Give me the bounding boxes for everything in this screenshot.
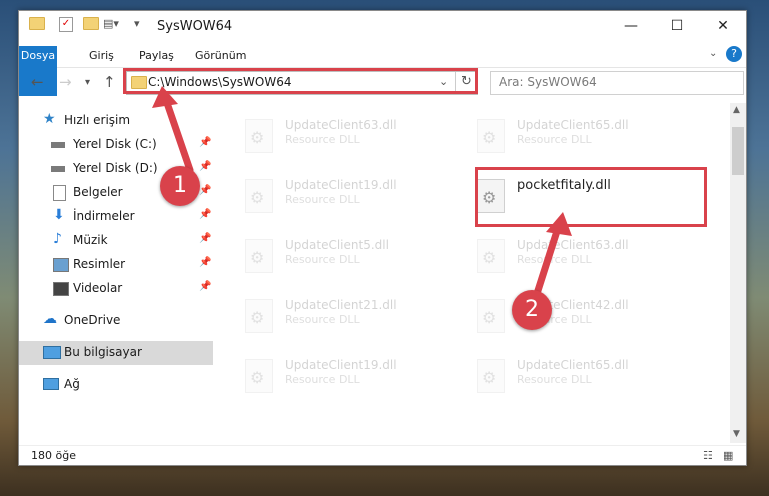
step-2-badge: 2 — [512, 290, 552, 330]
arrow-1 — [162, 96, 194, 174]
arrow-2 — [531, 224, 562, 304]
arrow-2-head — [546, 212, 572, 236]
step-1-badge: 1 — [160, 166, 200, 206]
annotation-arrows — [152, 86, 572, 304]
arrow-1-head — [152, 86, 178, 108]
